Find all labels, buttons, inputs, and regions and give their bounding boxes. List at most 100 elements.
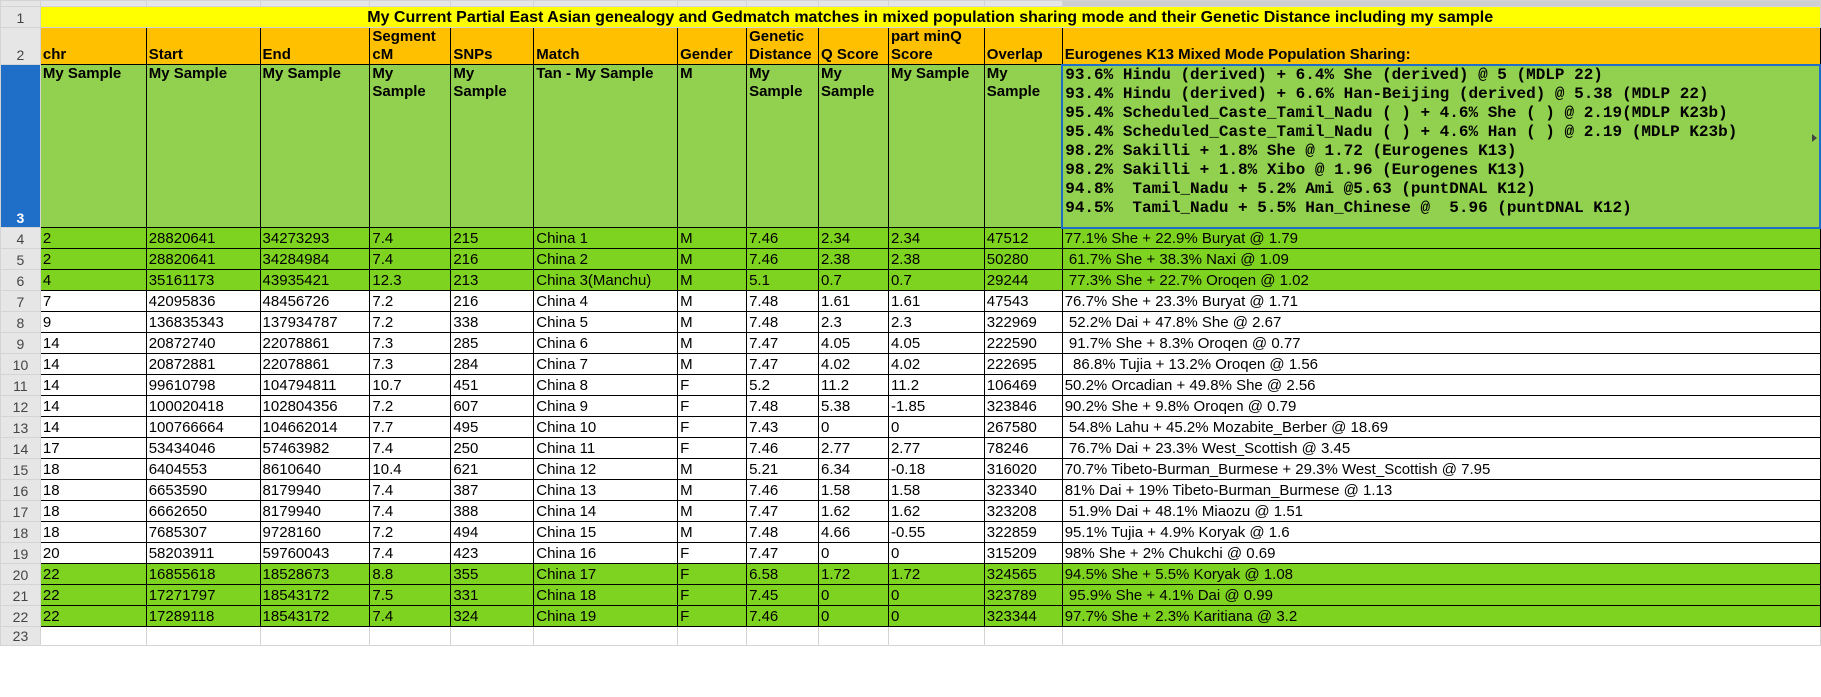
table-cell[interactable]: 0 — [818, 605, 889, 627]
table-cell[interactable]: 35161173 — [145, 269, 261, 291]
table-cell[interactable]: China 8 — [533, 374, 679, 396]
header-cell[interactable]: part minQ Score — [887, 27, 985, 65]
table-cell[interactable]: 9728160 — [259, 521, 371, 543]
table-cell[interactable]: 4.05 — [818, 332, 889, 354]
table-cell[interactable]: 11.2 — [887, 374, 985, 396]
table-cell[interactable]: 324565 — [983, 563, 1063, 585]
table-cell[interactable]: 7.46 — [746, 479, 820, 501]
table-cell[interactable]: 2.3 — [887, 311, 985, 333]
header-cell[interactable]: End — [259, 27, 371, 65]
table-cell[interactable]: 77.1% She + 22.9% Buryat @ 1.79 — [1061, 227, 1821, 249]
sheet-title[interactable]: My Current Partial East Asian genealogy … — [39, 6, 1821, 28]
table-cell[interactable]: 284 — [450, 353, 535, 375]
table-cell[interactable]: 59760043 — [259, 542, 371, 564]
row-header-7[interactable]: 7 — [0, 290, 41, 312]
table-cell[interactable]: 86.8% Tujia + 13.2% Oroqen @ 1.56 — [1061, 353, 1821, 375]
header-cell[interactable]: Gender — [677, 27, 748, 65]
table-cell[interactable]: 18 — [39, 500, 147, 522]
table-cell[interactable]: 43935421 — [259, 269, 371, 291]
row-header-19[interactable]: 19 — [0, 542, 41, 564]
row-header-9[interactable]: 9 — [0, 332, 41, 354]
table-cell[interactable]: 0.7 — [887, 269, 985, 291]
row-header-17[interactable]: 17 — [0, 500, 41, 522]
table-cell[interactable]: 20 — [39, 542, 147, 564]
table-cell[interactable]: 91.7% She + 8.3% Oroqen @ 0.77 — [1061, 332, 1821, 354]
table-cell[interactable]: 28820641 — [145, 227, 261, 249]
table-cell[interactable]: 495 — [450, 416, 535, 438]
table-cell[interactable]: China 14 — [533, 500, 679, 522]
table-cell[interactable]: 51.9% Dai + 48.1% Miaozu @ 1.51 — [1061, 500, 1821, 522]
my-sample-cell[interactable]: My Sample — [259, 64, 371, 228]
table-cell[interactable]: 2.77 — [818, 437, 889, 459]
table-cell[interactable]: 323340 — [983, 479, 1063, 501]
table-cell[interactable]: 7.46 — [746, 227, 820, 249]
table-cell[interactable]: 22 — [39, 563, 147, 585]
table-cell[interactable]: China 2 — [533, 248, 679, 270]
empty-cell[interactable] — [533, 626, 679, 646]
table-cell[interactable]: 22 — [39, 584, 147, 606]
table-cell[interactable]: 77.3% She + 22.7% Oroqen @ 1.02 — [1061, 269, 1821, 291]
table-cell[interactable]: 99610798 — [145, 374, 261, 396]
table-cell[interactable]: 10.7 — [369, 374, 452, 396]
table-cell[interactable]: 17 — [39, 437, 147, 459]
table-cell[interactable]: 7.46 — [746, 248, 820, 270]
table-cell[interactable]: 331 — [450, 584, 535, 606]
table-cell[interactable]: China 9 — [533, 395, 679, 417]
table-cell[interactable]: M — [677, 500, 748, 522]
table-cell[interactable]: 48456726 — [259, 290, 371, 312]
table-cell[interactable]: 14 — [39, 416, 147, 438]
table-cell[interactable]: 7.4 — [369, 437, 452, 459]
table-cell[interactable]: 451 — [450, 374, 535, 396]
table-cell[interactable]: F — [677, 395, 748, 417]
table-cell[interactable]: 7.48 — [746, 521, 820, 543]
table-cell[interactable]: China 6 — [533, 332, 679, 354]
empty-cell[interactable] — [887, 626, 985, 646]
table-cell[interactable]: 17289118 — [145, 605, 261, 627]
table-cell[interactable]: 14 — [39, 395, 147, 417]
table-cell[interactable]: 7.43 — [746, 416, 820, 438]
table-cell[interactable]: 14 — [39, 332, 147, 354]
table-cell[interactable]: 22078861 — [259, 353, 371, 375]
table-cell[interactable]: 16855618 — [145, 563, 261, 585]
table-cell[interactable]: 7 — [39, 290, 147, 312]
table-cell[interactable]: 7685307 — [145, 521, 261, 543]
table-cell[interactable]: 104662014 — [259, 416, 371, 438]
table-cell[interactable]: 0 — [887, 584, 985, 606]
table-cell[interactable]: F — [677, 563, 748, 585]
header-cell[interactable]: chr — [39, 27, 147, 65]
table-cell[interactable]: 5.1 — [746, 269, 820, 291]
row-header-11[interactable]: 11 — [0, 374, 41, 396]
row-header-1[interactable]: 1 — [0, 6, 41, 28]
table-cell[interactable]: 7.4 — [369, 479, 452, 501]
table-cell[interactable]: China 12 — [533, 458, 679, 480]
table-cell[interactable]: 94.5% She + 5.5% Koryak @ 1.08 — [1061, 563, 1821, 585]
table-cell[interactable]: 29244 — [983, 269, 1063, 291]
table-cell[interactable]: 7.4 — [369, 227, 452, 249]
table-cell[interactable]: 7.2 — [369, 290, 452, 312]
table-cell[interactable]: 4.66 — [818, 521, 889, 543]
table-cell[interactable]: 323846 — [983, 395, 1063, 417]
table-cell[interactable]: M — [677, 332, 748, 354]
empty-cell[interactable] — [259, 626, 371, 646]
table-cell[interactable]: M — [677, 227, 748, 249]
header-cell[interactable]: Genetic Distance — [746, 27, 820, 65]
table-cell[interactable]: 322859 — [983, 521, 1063, 543]
my-sample-cell[interactable]: My Sample — [746, 64, 820, 228]
table-cell[interactable]: -1.85 — [887, 395, 985, 417]
table-cell[interactable]: China 3(Manchu) — [533, 269, 679, 291]
empty-cell[interactable] — [1061, 626, 1821, 646]
table-cell[interactable]: China 7 — [533, 353, 679, 375]
table-cell[interactable]: 315209 — [983, 542, 1063, 564]
table-cell[interactable]: 11.2 — [818, 374, 889, 396]
table-cell[interactable]: 2.3 — [818, 311, 889, 333]
table-cell[interactable]: 50.2% Orcadian + 49.8% She @ 2.56 — [1061, 374, 1821, 396]
table-cell[interactable]: 61.7% She + 38.3% Naxi @ 1.09 — [1061, 248, 1821, 270]
row-header-2[interactable]: 2 — [0, 27, 41, 65]
table-cell[interactable]: 8610640 — [259, 458, 371, 480]
row-header-21[interactable]: 21 — [0, 584, 41, 606]
table-cell[interactable]: 7.4 — [369, 605, 452, 627]
table-cell[interactable]: 2.77 — [887, 437, 985, 459]
table-cell[interactable]: 5.2 — [746, 374, 820, 396]
table-cell[interactable]: 388 — [450, 500, 535, 522]
table-cell[interactable]: 1.72 — [818, 563, 889, 585]
